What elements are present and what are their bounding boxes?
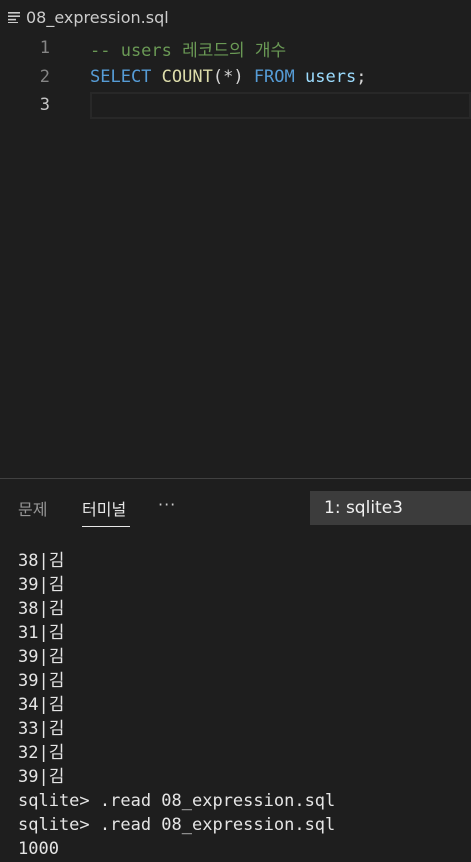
terminal-line: 31|김	[18, 623, 65, 643]
terminal-line: 1000	[18, 839, 59, 859]
terminal-line: 33|김	[18, 719, 65, 739]
code-token-func: COUNT	[161, 66, 213, 87]
panel-tabs: 문제 터미널 ··· 1: sqlite3	[0, 479, 471, 535]
code-token-comment: -- users 레코드의 개수	[90, 40, 287, 61]
terminal-line: 34|김	[18, 695, 65, 715]
code-line[interactable]: 3	[0, 91, 471, 120]
code-token-punct: (*)	[212, 66, 254, 87]
code-token-ident: users	[305, 66, 357, 87]
terminal-selector-label: 1: sqlite3	[324, 498, 403, 518]
tab-terminal[interactable]: 터미널	[82, 496, 126, 520]
line-number: 2	[39, 66, 50, 87]
terminal-selector[interactable]: 1: sqlite3	[310, 491, 471, 525]
code-line[interactable]: 1 -- users 레코드의 개수	[0, 34, 471, 63]
line-number: 3	[39, 95, 50, 116]
current-line-highlight	[90, 92, 471, 119]
terminal-line: sqlite> .read 08_expression.sql	[18, 791, 336, 811]
breadcrumb: 08_expression.sql	[0, 0, 471, 34]
terminal-line: sqlite> .read 08_expression.sql	[18, 815, 336, 835]
line-number: 1	[39, 38, 50, 59]
code-line[interactable]: 2 SELECT COUNT(*) FROM users;	[0, 63, 471, 92]
terminal-line: 39|김	[18, 767, 65, 787]
code-line-content: SELECT COUNT(*) FROM users;	[90, 67, 366, 87]
code-token-keyword: FROM	[253, 66, 295, 87]
code-token-punct: ;	[356, 66, 367, 87]
terminal-output[interactable]: 38|김 39|김 38|김 31|김 39|김 39|김 34|김 33|김 32|김 39|김…	[18, 549, 468, 861]
lines-icon	[0, 7, 26, 27]
code-token-punct	[151, 67, 161, 87]
terminal-line: 39|김	[18, 575, 65, 595]
tab-problems[interactable]: 문제	[18, 496, 47, 520]
terminal-line: 38|김	[18, 599, 65, 619]
code-token-keyword: SELECT	[90, 66, 152, 87]
terminal-line: 39|김	[18, 671, 65, 691]
terminal-line: 39|김	[18, 647, 65, 667]
more-actions-icon[interactable]: ···	[158, 495, 188, 515]
code-area[interactable]: 1 -- users 레코드의 개수 2 SELECT COUNT(*) FROM u…	[0, 34, 471, 120]
active-tab-indicator	[82, 526, 130, 527]
breadcrumb-filename[interactable]: 08_expression.sql	[26, 8, 169, 27]
terminal-line: 38|김	[18, 551, 65, 571]
code-token-punct	[295, 67, 305, 87]
bottom-panel: 문제 터미널 ··· 1: sqlite3 38|김 39|김 38|김 31|김 39…	[0, 478, 471, 862]
editor[interactable]: 08_expression.sql 1 -- users 레코드의 개수 2 SELE…	[0, 0, 471, 478]
code-line-content: -- users 레코드의 개수	[90, 36, 286, 61]
terminal-line: 32|김	[18, 743, 65, 763]
